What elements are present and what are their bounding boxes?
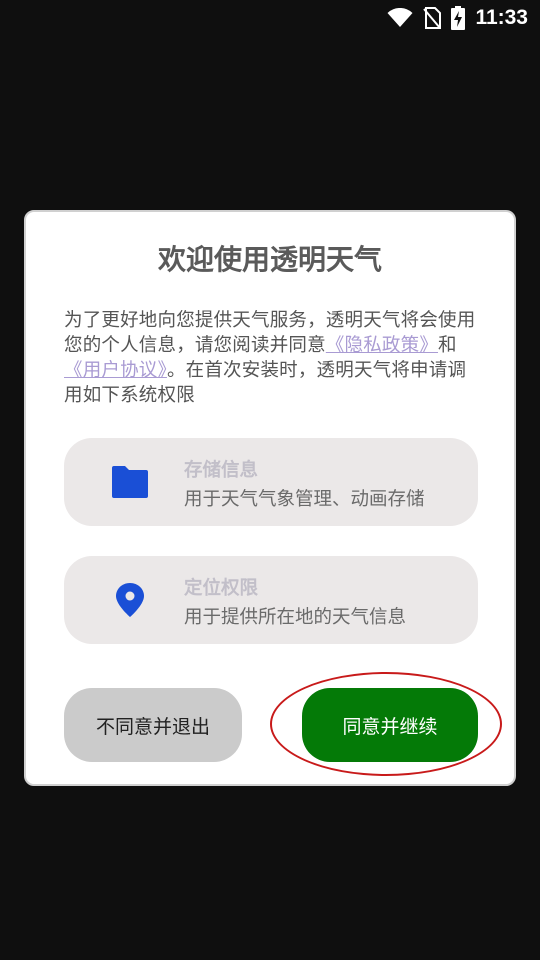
permission-title: 存储信息 — [184, 460, 259, 481]
privacy-policy-link[interactable]: 《隐私政策》 — [326, 335, 438, 356]
status-time: 11:33 — [475, 6, 528, 29]
location-pin-icon — [116, 583, 144, 617]
wifi-icon — [387, 8, 413, 27]
permission-title: 定位权限 — [184, 578, 259, 599]
permission-description: 用于提供所在地的天气信息 — [184, 607, 407, 628]
battery-charging-icon — [451, 6, 466, 30]
agree-continue-button[interactable]: 同意并继续 — [302, 688, 478, 762]
folder-icon — [112, 466, 148, 498]
disagree-exit-button[interactable]: 不同意并退出 — [64, 688, 242, 762]
user-agreement-link[interactable]: 《用户协议》 — [64, 360, 167, 381]
no-sim-icon — [423, 7, 442, 29]
permission-location: 定位权限 用于提供所在地的天气信息 — [64, 556, 478, 644]
status-bar: 11:33 — [0, 0, 540, 36]
permission-storage: 存储信息 用于天气气象管理、动画存储 — [64, 438, 478, 526]
permission-description: 用于天气气象管理、动画存储 — [184, 489, 425, 510]
dialog-title: 欢迎使用透明天气 — [157, 243, 382, 276]
description-and: 和 — [438, 335, 457, 356]
welcome-dialog: 欢迎使用透明天气 为了更好地向您提供天气服务，透明天气将会使用您的个人信息，请您… — [24, 210, 516, 786]
dialog-description: 为了更好地向您提供天气服务，透明天气将会使用您的个人信息，请您阅读并同意《隐私政… — [64, 308, 478, 408]
